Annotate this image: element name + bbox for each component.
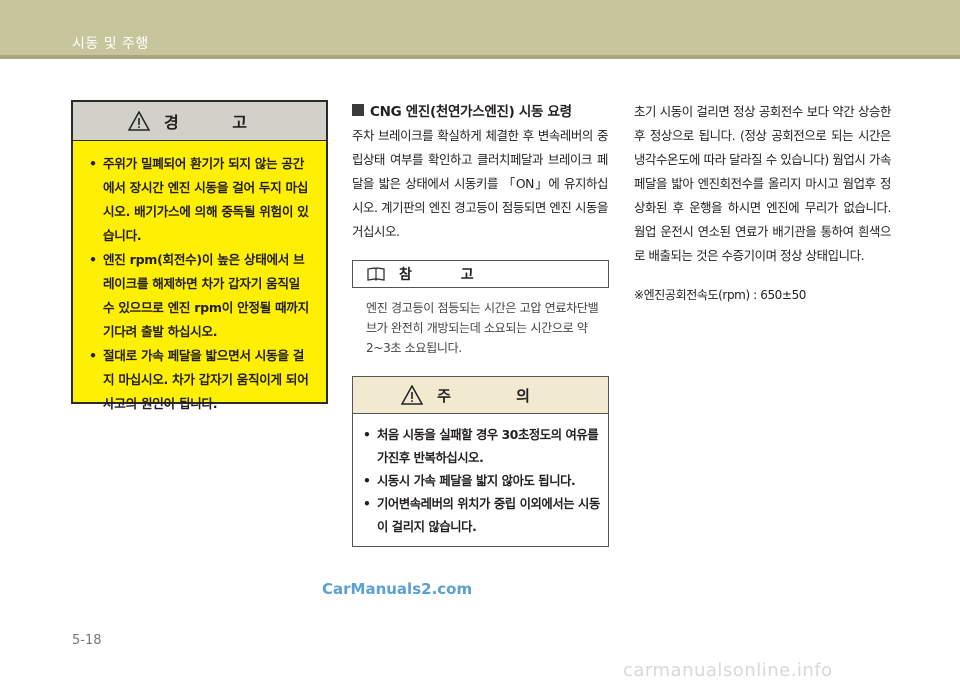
section-body: 주차 브레이크를 확실하게 체결한 후 변속레버의 중립상태 여부를 확인하고 … — [352, 128, 608, 239]
warning-box: 경 고 주위가 밀폐되어 환기가 되지 않는 공간에서 장시간 엔진 시동을 걸… — [71, 100, 328, 411]
note-title: 참 고 — [399, 267, 496, 283]
warning-list: 주위가 밀폐되어 환기가 되지 않는 공간에서 장시간 엔진 시동을 걸어 두지… — [73, 141, 326, 416]
caution-box: 주 의 처음 시동을 실패할 경우 30초정도의 여유를 가진후 반복하십시오.… — [352, 376, 609, 547]
caution-list: 처음 시동을 실패할 경우 30초정도의 여유를 가진후 반복하십시오. 시동시… — [353, 414, 608, 539]
caution-item: 기어변속레버의 위치가 중립 이외에서는 시동이 걸리지 않습니다. — [363, 493, 600, 539]
site-watermark[interactable]: CarManuals2.com — [322, 580, 472, 598]
chapter-title: 시동 및 주행 — [72, 36, 149, 52]
section-heading: CNG 엔진(천연가스엔진) 시동 요령 — [352, 100, 572, 120]
warning-header: 경 고 — [73, 102, 326, 141]
warning-title: 경 고 — [163, 113, 271, 132]
right-column-text: 초기 시동이 걸리면 정상 공회전수 보다 약간 상승한 후 정상으로 됩니다.… — [634, 104, 891, 263]
rpm-footnote: ※엔진공회전속도(rpm) : 650±50 — [634, 288, 807, 302]
book-icon — [367, 267, 385, 281]
warning-item: 주위가 밀폐되어 환기가 되지 않는 공간에서 장시간 엔진 시동을 걸어 두지… — [89, 152, 314, 248]
bottom-watermark: carmanualsonline.info — [623, 660, 833, 681]
section-title: CNG 엔진(천연가스엔진) 시동 요령 — [370, 104, 572, 120]
caution-item: 시동시 가속 페달을 밟지 않아도 됩니다. — [363, 470, 600, 493]
caution-item: 처음 시동을 실패할 경우 30초정도의 여유를 가진후 반복하십시오. — [363, 424, 600, 470]
caution-header: 주 의 — [353, 377, 608, 414]
section-square-icon — [352, 104, 364, 116]
warning-item: 절대로 가속 페달을 밟으면서 시동을 걸지 마십시오. 차가 갑자기 움직이게… — [89, 344, 314, 416]
page-number: 5-18 — [72, 633, 102, 648]
header-divider — [0, 55, 960, 59]
warning-item: 엔진 rpm(회전수)이 높은 상태에서 브레이크를 해제하면 차가 갑자기 움… — [89, 248, 314, 344]
caution-title: 주 의 — [437, 386, 560, 405]
caution-triangle-icon — [401, 385, 424, 405]
note-box: 참 고 — [352, 260, 609, 288]
warning-triangle-icon — [127, 111, 150, 131]
note-text: 엔진 경고등이 점등되는 시간은 고압 연료차단밸브가 완전히 개방되는데 소요… — [366, 301, 599, 355]
